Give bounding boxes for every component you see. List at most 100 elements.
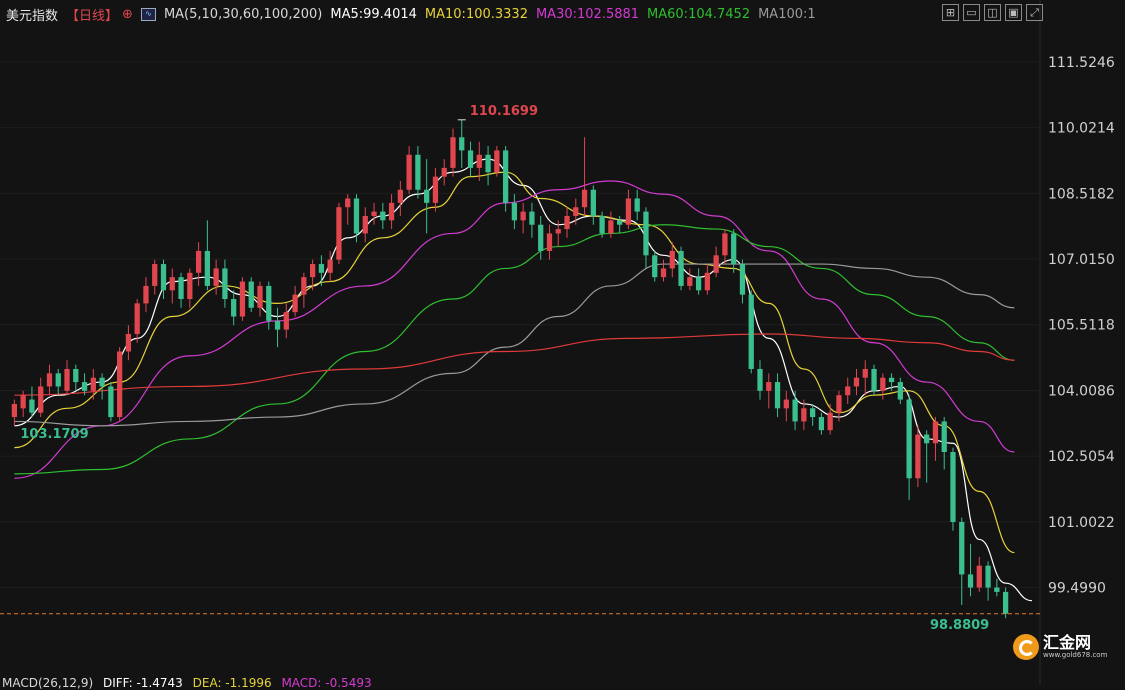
- candle-body: [994, 587, 1000, 592]
- period-label[interactable]: 【日线】: [66, 5, 118, 24]
- candle-body: [459, 137, 465, 151]
- candle-body: [792, 399, 798, 422]
- candle-body: [687, 277, 693, 286]
- candle-body: [222, 268, 228, 300]
- candle-body: [502, 150, 509, 203]
- candle-body: [932, 421, 939, 444]
- candle: [950, 447, 956, 531]
- candle-body: [494, 150, 500, 173]
- candle-body: [950, 452, 956, 522]
- candle-body: [388, 202, 395, 221]
- candle-body: [90, 377, 96, 391]
- candle-body: [283, 312, 289, 330]
- window-alt-icon[interactable]: ▣: [1005, 4, 1022, 21]
- candle-body: [862, 368, 868, 378]
- candle-body: [160, 264, 167, 291]
- y-tick-label: 111.5246: [1048, 55, 1115, 71]
- candle-body: [573, 207, 579, 216]
- candle-body: [415, 154, 421, 190]
- candle-body: [845, 386, 851, 396]
- y-tick-label: 101.0022: [1048, 515, 1115, 531]
- candle-body: [380, 211, 386, 221]
- y-tick-label: 108.5182: [1048, 186, 1115, 202]
- window-icon[interactable]: ▭: [963, 4, 980, 21]
- candle: [502, 146, 509, 212]
- candle-body: [64, 368, 70, 391]
- candle-body: [888, 377, 895, 383]
- candle: [239, 277, 246, 321]
- candle-body: [810, 408, 816, 418]
- candle: [248, 277, 254, 313]
- candle: [336, 202, 342, 265]
- candle-body: [581, 189, 588, 208]
- last-price-label: 98.8809: [930, 618, 989, 633]
- candle-body: [195, 250, 202, 273]
- candle-body: [55, 373, 61, 387]
- toolbar: ⊞ ▭ ◫ ▣ ⤢: [942, 4, 1043, 21]
- candle-body: [362, 215, 368, 234]
- candle-body: [371, 211, 377, 216]
- candle-body: [739, 264, 746, 295]
- high-price-label: 110.1699: [470, 104, 538, 119]
- candle-body: [450, 137, 456, 168]
- macd-dea: DEA: -1.1996: [192, 676, 272, 690]
- candle-body: [608, 220, 614, 234]
- candle-body: [424, 189, 430, 203]
- symbol-name[interactable]: 美元指数: [6, 5, 58, 24]
- candle-body: [941, 421, 947, 453]
- candle-body: [327, 259, 333, 273]
- candle-body: [292, 294, 298, 313]
- candle-body: [783, 399, 789, 409]
- macd-value: MACD: -0.5493: [281, 676, 372, 690]
- y-tick-label: 99.4990: [1048, 581, 1106, 597]
- candle-body: [959, 521, 965, 575]
- candle-body: [73, 368, 79, 383]
- candle-body: [722, 233, 728, 256]
- candle-body: [336, 207, 342, 260]
- candle-body: [169, 277, 175, 291]
- candle-body: [660, 268, 667, 278]
- macd-header: MACD(26,12,9) DIFF: -1.4743 DEA: -1.1996…: [2, 676, 378, 690]
- candle-body: [274, 320, 281, 330]
- candle-body: [117, 351, 123, 418]
- candle: [748, 290, 754, 374]
- candle-body: [827, 412, 833, 431]
- candle-body: [967, 574, 974, 588]
- candle-body: [485, 154, 491, 173]
- candle-body: [345, 198, 351, 208]
- grid-icon[interactable]: ⊞: [942, 4, 959, 21]
- candle-body: [239, 281, 246, 317]
- candle-body: [213, 268, 219, 286]
- candle-body: [38, 386, 44, 413]
- crosshair-icon[interactable]: ⊕: [122, 7, 133, 22]
- candle-body: [915, 434, 921, 479]
- candle: [117, 347, 123, 422]
- candle: [494, 146, 500, 177]
- candle-body: [713, 255, 719, 273]
- candle-body: [801, 408, 807, 422]
- fullscreen-icon[interactable]: ⤢: [1026, 4, 1043, 21]
- chart-container: 111.5246 110.0214 108.5182 107.0150 105.5118…: [0, 0, 1125, 690]
- candle-body: [301, 277, 307, 295]
- indicator-icon[interactable]: ∿: [140, 7, 156, 21]
- candle-body: [880, 377, 886, 391]
- candle-body: [678, 250, 684, 286]
- candle-body: [538, 224, 544, 251]
- candle-body: [564, 215, 570, 230]
- ma30-value: MA30:102.5881: [535, 6, 640, 22]
- ma10-value: MA10:100.3332: [424, 6, 528, 22]
- y-tick-label: 107.0150: [1048, 252, 1115, 268]
- candle-body: [187, 272, 193, 300]
- candle: [915, 425, 921, 487]
- candle-body: [511, 202, 518, 221]
- y-tick-label: 105.5118: [1048, 318, 1115, 334]
- candle-body: [695, 277, 702, 291]
- split-icon[interactable]: ◫: [984, 4, 1001, 21]
- candle-body: [310, 264, 316, 278]
- candle-body: [467, 150, 474, 168]
- brand-logo: 汇金网 www.gold678.com: [1013, 632, 1113, 662]
- candle-body: [818, 417, 825, 431]
- candle-body: [11, 403, 18, 418]
- candle-body: [643, 211, 649, 256]
- candle-body: [99, 377, 105, 387]
